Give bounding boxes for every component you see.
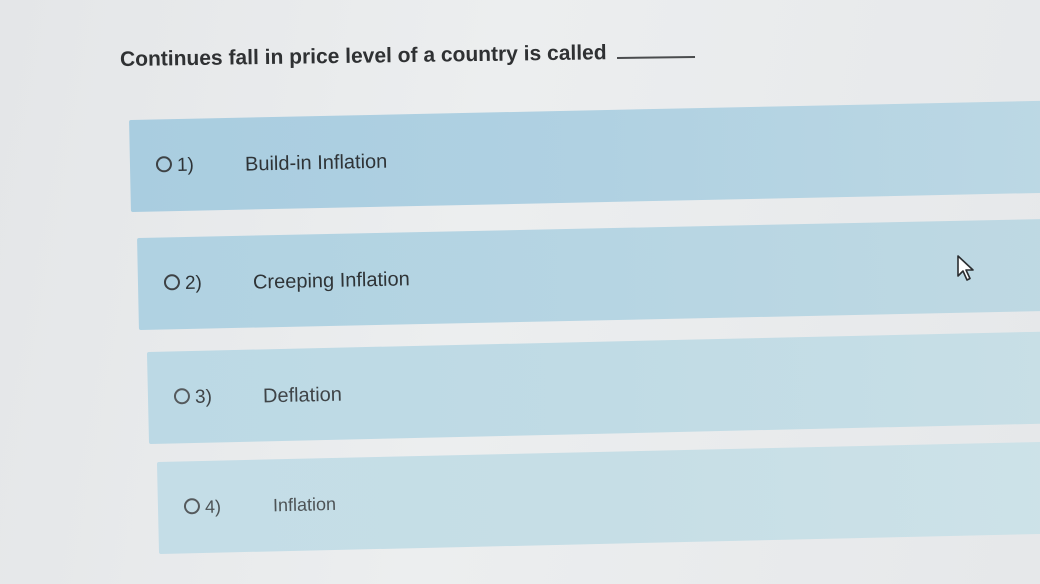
option-label: Deflation	[262, 383, 343, 408]
option-label: Build-in Inflation	[244, 150, 388, 176]
option-3[interactable]: 3) Deflation	[146, 331, 1040, 444]
option-4[interactable]: 4) Inflation	[156, 441, 1040, 554]
mouse-pointer-icon	[957, 255, 974, 281]
question-text: Continues fall in price level of a count…	[120, 40, 695, 72]
radio-unchecked-icon[interactable]	[155, 156, 173, 173]
option-label: Inflation	[272, 493, 337, 516]
option-2[interactable]: 2) Creeping Inflation	[137, 218, 1040, 330]
radio-unchecked-icon[interactable]	[163, 274, 181, 291]
question-label: Continues fall in price level of a count…	[119, 41, 607, 71]
option-number: 4)	[204, 496, 222, 517]
quiz-page: Continues fall in price level of a count…	[0, 0, 1040, 584]
option-number: 2)	[184, 272, 203, 295]
option-number: 3)	[194, 386, 213, 408]
option-number: 1)	[176, 154, 195, 177]
radio-unchecked-icon[interactable]	[183, 498, 201, 515]
radio-unchecked-icon[interactable]	[173, 388, 191, 405]
option-label: Creeping Inflation	[252, 268, 410, 294]
answer-blank	[616, 55, 695, 60]
option-1[interactable]: 1) Build-in Inflation	[129, 100, 1040, 212]
